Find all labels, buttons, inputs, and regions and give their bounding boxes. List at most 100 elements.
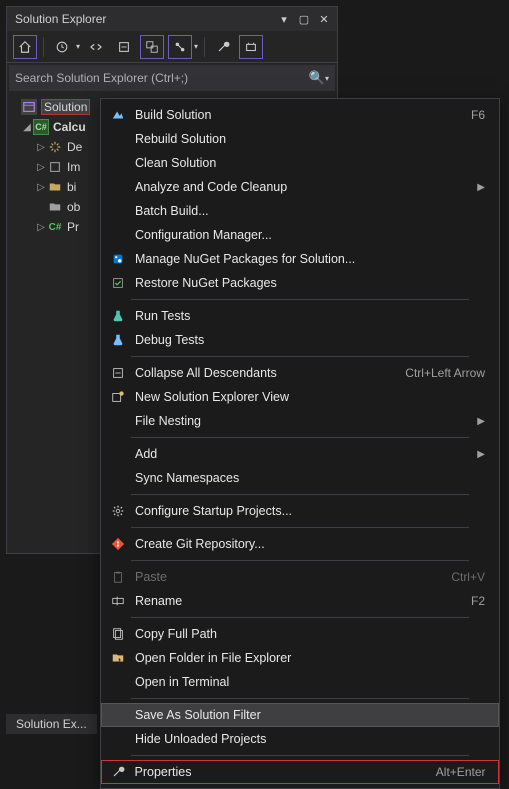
restore-icon	[107, 275, 129, 291]
toolbar-separator	[204, 37, 205, 57]
submenu-arrow-icon: ▶	[477, 182, 485, 193]
wrench-icon	[107, 764, 129, 780]
panel-footer-tab[interactable]: Solution Ex...	[6, 714, 97, 734]
tree-label: De	[67, 140, 82, 154]
menu-item-label: Build Solution	[129, 108, 471, 122]
history-back-icon[interactable]	[50, 35, 74, 59]
search-input[interactable]: Search Solution Explorer (Ctrl+;) 🔍 ▾	[9, 65, 335, 91]
submenu-arrow-icon: ▶	[477, 416, 485, 427]
home-icon[interactable]	[13, 35, 37, 59]
menu-item-copy-full-path[interactable]: Copy Full Path	[101, 622, 499, 646]
menu-item-new-solution-explorer-view[interactable]: New Solution Explorer View	[101, 385, 499, 409]
menu-item-rebuild-solution[interactable]: Rebuild Solution	[101, 127, 499, 151]
preview-icon[interactable]	[239, 35, 263, 59]
menu-item-label: Rebuild Solution	[129, 132, 485, 146]
chevron-down-icon[interactable]: ▾	[194, 42, 198, 51]
menu-item-sync-namespaces[interactable]: Sync Namespaces	[101, 466, 499, 490]
window-buttons: ▾ ▢ ✕	[275, 10, 333, 28]
tree-label: Calcu	[53, 120, 86, 134]
menu-item-configure-startup-projects[interactable]: Configure Startup Projects...	[101, 499, 499, 523]
flask2-icon	[107, 332, 129, 348]
menu-item-file-nesting[interactable]: File Nesting▶	[101, 409, 499, 433]
menu-item-label: Paste	[129, 570, 451, 584]
expand-arrow-icon[interactable]: ▷	[35, 162, 47, 173]
sync-icon[interactable]	[84, 35, 108, 59]
chevron-down-icon[interactable]: ▾	[76, 42, 80, 51]
menu-item-save-as-solution-filter[interactable]: Save As Solution Filter	[101, 703, 499, 727]
tree-item-icon	[47, 179, 63, 195]
menu-item-label: Hide Unloaded Projects	[129, 732, 485, 746]
menu-item-restore-nuget-packages[interactable]: Restore NuGet Packages	[101, 271, 499, 295]
menu-item-build-solution[interactable]: Build SolutionF6	[101, 103, 499, 127]
submenu-arrow-icon: ▶	[477, 449, 485, 460]
blank-icon	[107, 707, 129, 723]
menu-item-open-folder-in-file-explorer[interactable]: Open Folder in File Explorer	[101, 646, 499, 670]
expand-arrow-icon[interactable]: ◢	[21, 122, 33, 133]
show-all-icon[interactable]	[140, 35, 164, 59]
blank-icon	[107, 446, 129, 462]
menu-item-label: Clean Solution	[129, 156, 485, 170]
menu-item-label: Configuration Manager...	[129, 228, 485, 242]
menu-item-label: Open Folder in File Explorer	[129, 651, 485, 665]
menu-item-label: Run Tests	[129, 309, 485, 323]
gear-icon	[107, 503, 129, 519]
tree-item-icon	[47, 139, 63, 155]
flask-icon	[107, 308, 129, 324]
menu-item-properties[interactable]: PropertiesAlt+Enter	[101, 760, 499, 784]
copypath-icon	[107, 626, 129, 642]
menu-separator	[131, 698, 469, 699]
maximize-icon[interactable]: ▢	[295, 10, 313, 28]
expand-arrow-icon[interactable]: ▷	[35, 222, 47, 233]
expand-arrow-icon[interactable]: ▷	[35, 182, 47, 193]
menu-item-configuration-manager[interactable]: Configuration Manager...	[101, 223, 499, 247]
menu-shortcut: F2	[471, 594, 485, 608]
menu-separator	[131, 755, 469, 756]
menu-item-manage-nuget-packages-for-solution[interactable]: Manage NuGet Packages for Solution...	[101, 247, 499, 271]
tree-item-icon	[47, 159, 63, 175]
build-icon	[107, 107, 129, 123]
menu-item-create-git-repository[interactable]: Create Git Repository...	[101, 532, 499, 556]
menu-item-run-tests[interactable]: Run Tests	[101, 304, 499, 328]
menu-item-label: Manage NuGet Packages for Solution...	[129, 252, 485, 266]
menu-item-label: File Nesting	[129, 414, 477, 428]
blank-icon	[107, 731, 129, 747]
rename-icon	[107, 593, 129, 609]
chevron-down-icon[interactable]: ▾	[325, 74, 329, 83]
menu-item-open-in-terminal[interactable]: Open in Terminal	[101, 670, 499, 694]
menu-item-hide-unloaded-projects[interactable]: Hide Unloaded Projects	[101, 727, 499, 751]
collapse-icon[interactable]	[112, 35, 136, 59]
tree-label: Im	[67, 160, 80, 174]
menu-item-batch-build[interactable]: Batch Build...	[101, 199, 499, 223]
panel-toolbar: ▾ ▾	[7, 31, 337, 63]
menu-item-label: Properties	[129, 765, 436, 779]
menu-item-analyze-and-code-cleanup[interactable]: Analyze and Code Cleanup▶	[101, 175, 499, 199]
menu-item-label: Analyze and Code Cleanup	[129, 180, 477, 194]
menu-item-label: Restore NuGet Packages	[129, 276, 485, 290]
wrench-icon[interactable]	[211, 35, 235, 59]
menu-item-add[interactable]: Add▶	[101, 442, 499, 466]
menu-separator	[131, 494, 469, 495]
close-icon[interactable]: ✕	[315, 10, 333, 28]
menu-item-label: Rename	[129, 594, 471, 608]
expand-arrow-icon[interactable]: ▷	[35, 142, 47, 153]
menu-item-debug-tests[interactable]: Debug Tests	[101, 328, 499, 352]
menu-item-label: Configure Startup Projects...	[129, 504, 485, 518]
connect-icon[interactable]	[168, 35, 192, 59]
blank-icon	[107, 203, 129, 219]
menu-item-label: Collapse All Descendants	[129, 366, 405, 380]
solution-icon	[21, 99, 37, 115]
search-icon: 🔍	[309, 70, 325, 86]
menu-item-collapse-all-descendants[interactable]: Collapse All DescendantsCtrl+Left Arrow	[101, 361, 499, 385]
menu-separator	[131, 527, 469, 528]
tree-item-icon	[47, 199, 63, 215]
menu-item-clean-solution[interactable]: Clean Solution	[101, 151, 499, 175]
tree-item-icon: C#	[47, 219, 63, 235]
menu-separator	[131, 437, 469, 438]
menu-item-label: Save As Solution Filter	[129, 708, 485, 722]
dropdown-icon[interactable]: ▾	[275, 10, 293, 28]
search-placeholder: Search Solution Explorer (Ctrl+;)	[15, 71, 309, 85]
tree-label: Pr	[67, 220, 79, 234]
blank-icon	[107, 131, 129, 147]
menu-item-label: Copy Full Path	[129, 627, 485, 641]
menu-item-rename[interactable]: RenameF2	[101, 589, 499, 613]
